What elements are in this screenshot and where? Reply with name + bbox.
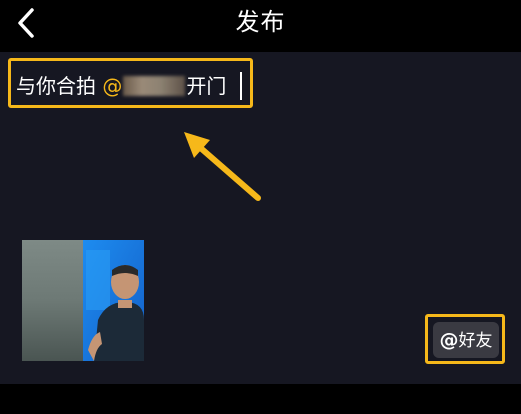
caption-input[interactable]: 与你合拍 @ 开门	[16, 71, 226, 101]
text-cursor	[240, 72, 242, 100]
caption-prefix: 与你合拍	[16, 74, 103, 98]
annotation-arrow-icon	[184, 132, 261, 201]
mention-at-sign: @	[102, 74, 123, 98]
blurred-username	[123, 76, 186, 96]
bottom-bar	[0, 384, 521, 414]
publish-screen: 发布 与你合拍 @ 开门 @好友	[0, 0, 521, 414]
top-bar: 发布	[0, 0, 521, 52]
friend-label: 好友	[458, 331, 493, 351]
page-title: 发布	[235, 8, 286, 36]
mention-friend-button[interactable]: @好友	[433, 322, 499, 358]
video-thumbnail-image	[22, 240, 144, 361]
mention-name-tail: 开门	[186, 74, 227, 98]
at-sign-icon: @	[439, 329, 459, 351]
video-thumbnail[interactable]	[22, 240, 144, 361]
